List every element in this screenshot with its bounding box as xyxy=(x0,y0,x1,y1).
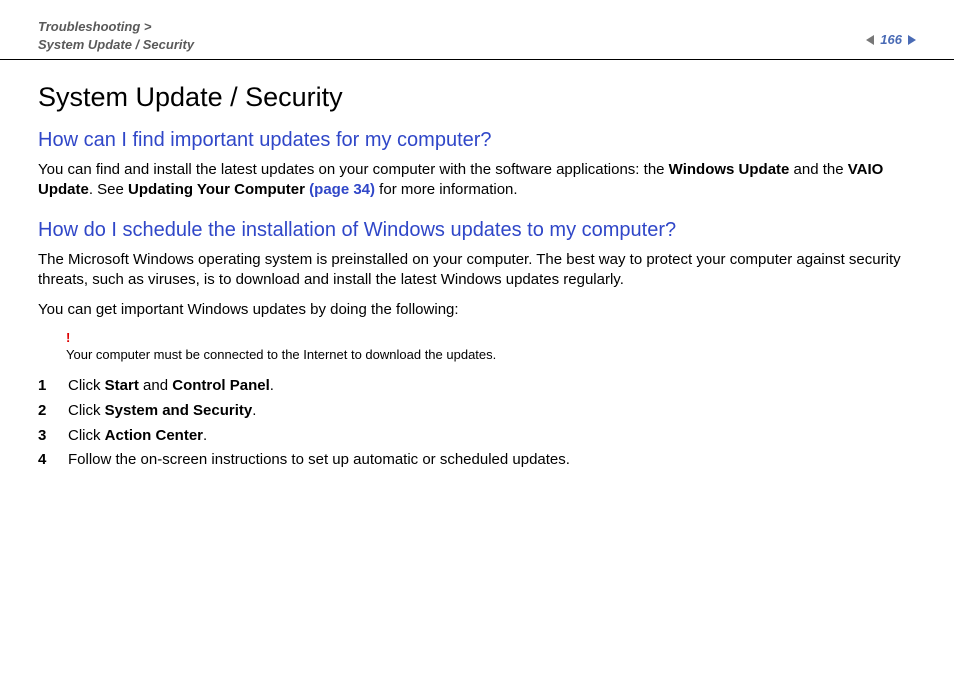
steps-list: 1 Click Start and Control Panel. 2 Click… xyxy=(38,374,916,473)
page-link-34[interactable]: (page 34) xyxy=(309,181,375,198)
page-title: System Update / Security xyxy=(38,82,916,113)
section2-heading: How do I schedule the installation of Wi… xyxy=(38,219,916,242)
warning-note: ! Your computer must be connected to the… xyxy=(66,330,916,364)
prev-page-arrow-icon[interactable] xyxy=(866,35,874,45)
next-page-arrow-icon[interactable] xyxy=(908,35,916,45)
page-nav: 166 xyxy=(866,18,916,47)
step-item: 3 Click Action Center. xyxy=(38,424,916,449)
breadcrumb: Troubleshooting > System Update / Securi… xyxy=(38,18,194,53)
step-item: 2 Click System and Security. xyxy=(38,399,916,424)
warning-icon: ! xyxy=(66,330,70,345)
section1-heading: How can I find important updates for my … xyxy=(38,129,916,152)
step-item: 4 Follow the on-screen instructions to s… xyxy=(38,448,916,473)
page-number: 166 xyxy=(880,32,902,47)
page-header: Troubleshooting > System Update / Securi… xyxy=(0,0,954,60)
section2-paragraph1: The Microsoft Windows operating system i… xyxy=(38,250,916,291)
warning-text: Your computer must be connected to the I… xyxy=(66,347,496,362)
breadcrumb-line2: System Update / Security xyxy=(38,37,194,52)
section2-paragraph2: You can get important Windows updates by… xyxy=(38,300,916,320)
section1-paragraph: You can find and install the latest upda… xyxy=(38,160,916,201)
step-item: 1 Click Start and Control Panel. xyxy=(38,374,916,399)
breadcrumb-line1: Troubleshooting > xyxy=(38,19,152,34)
page-content: System Update / Security How can I find … xyxy=(0,60,954,473)
